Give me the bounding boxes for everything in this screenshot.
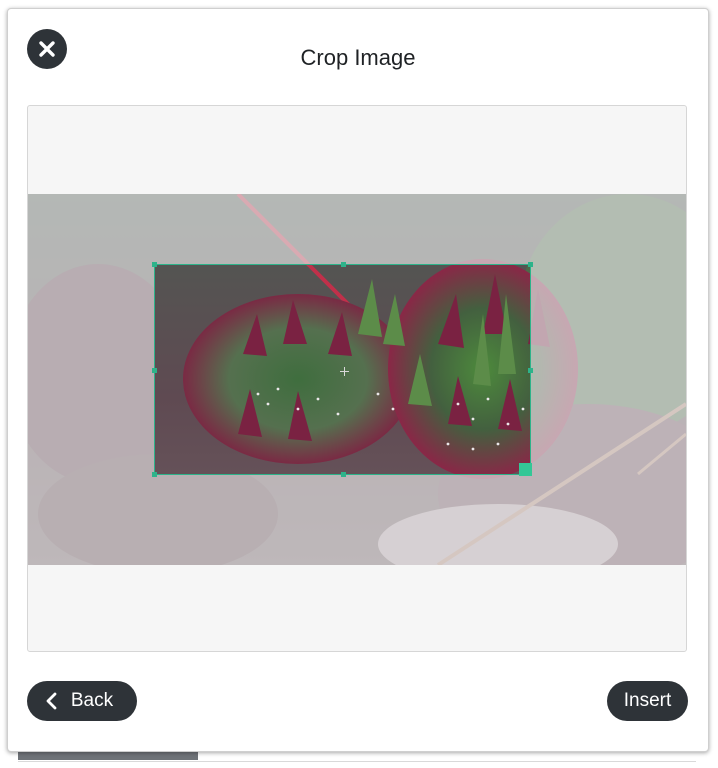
crop-canvas[interactable]: [27, 105, 687, 652]
insert-button[interactable]: Insert: [607, 681, 688, 721]
crop-selection-box[interactable]: [152, 262, 533, 477]
back-button-label: Back: [70, 690, 114, 711]
crop-handle-top-left[interactable]: [152, 262, 157, 267]
crop-handle-bottom[interactable]: [341, 472, 346, 477]
chevron-left-icon: [45, 692, 57, 710]
back-button[interactable]: Back: [27, 681, 137, 721]
crosshair-icon: [340, 367, 349, 376]
crop-handle-bottom-left[interactable]: [152, 472, 157, 477]
crop-handle-right[interactable]: [528, 368, 533, 373]
crop-resize-handle[interactable]: [519, 463, 532, 476]
dialog-title: Crop Image: [300, 45, 416, 70]
crop-handle-left[interactable]: [152, 368, 157, 373]
background-divider: [18, 761, 696, 762]
crop-image-dialog: Crop Image Back Insert: [7, 8, 709, 752]
crop-handle-top[interactable]: [341, 262, 346, 267]
crop-handle-top-right[interactable]: [528, 262, 533, 267]
